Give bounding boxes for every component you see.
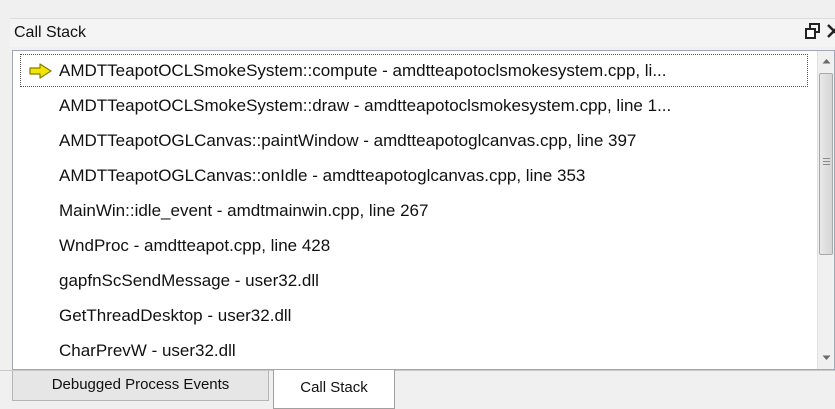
stack-frame-text: WndProc - amdtteapot.cpp, line 428 xyxy=(59,236,331,255)
stack-frame-row[interactable]: GetThreadDesktop - user32.dll xyxy=(13,298,813,333)
panel-title: Call Stack xyxy=(14,24,87,41)
stack-frame-row[interactable]: AMDTTeapotOCLSmokeSystem::compute - amdt… xyxy=(19,53,809,88)
stack-frame-row[interactable]: AMDTTeapotOGLCanvas::onIdle - amdtteapot… xyxy=(13,158,813,193)
scroll-down-icon[interactable] xyxy=(818,350,834,367)
stack-frame-row[interactable]: AMDTTeapotOCLSmokeSystem::draw - amdttea… xyxy=(13,88,813,123)
vertical-scrollbar[interactable] xyxy=(817,51,834,369)
stack-frame-text: AMDTTeapotOGLCanvas::paintWindow - amdtt… xyxy=(59,131,637,150)
stack-frames: AMDTTeapotOCLSmokeSystem::compute - amdt… xyxy=(13,53,813,368)
stack-frame-text: CharPrevW - user32.dll xyxy=(59,341,236,360)
close-icon[interactable] xyxy=(826,21,835,43)
stack-frame-text: AMDTTeapotOCLSmokeSystem::compute - amdt… xyxy=(59,61,667,80)
current-frame-arrow-icon xyxy=(29,63,52,79)
call-stack-list[interactable]: AMDTTeapotOCLSmokeSystem::compute - amdt… xyxy=(12,50,835,370)
stack-frame-row[interactable]: gapfnScSendMessage - user32.dll xyxy=(13,263,813,298)
stack-frame-text: GetThreadDesktop - user32.dll xyxy=(59,306,292,325)
grip-icon xyxy=(823,158,830,167)
call-stack-panel: Call Stack AMDTTeapotOCLSmokeSystem::com… xyxy=(0,0,835,409)
stack-frame-row[interactable]: AMDTTeapotOGLCanvas::paintWindow - amdtt… xyxy=(13,123,813,158)
panel-title-bar[interactable]: Call Stack xyxy=(10,18,835,47)
tab-debugged-process-events[interactable]: Debugged Process Events xyxy=(12,371,269,401)
tab-call-stack[interactable]: Call Stack xyxy=(273,370,395,409)
bottom-tab-strip: Debugged Process Events Call Stack xyxy=(0,370,835,409)
stack-frame-row[interactable]: WndProc - amdtteapot.cpp, line 428 xyxy=(13,228,813,263)
stack-frame-row[interactable]: CharPrevW - user32.dll xyxy=(13,333,813,368)
scrollbar-thumb[interactable] xyxy=(819,73,833,255)
float-window-icon[interactable] xyxy=(805,22,823,42)
stack-frame-text: MainWin::idle_event - amdtmainwin.cpp, l… xyxy=(59,201,429,220)
stack-frame-text: gapfnScSendMessage - user32.dll xyxy=(59,271,319,290)
scroll-up-icon[interactable] xyxy=(818,53,834,70)
stack-frame-text: AMDTTeapotOGLCanvas::onIdle - amdtteapot… xyxy=(59,166,586,185)
stack-frame-row[interactable]: MainWin::idle_event - amdtmainwin.cpp, l… xyxy=(13,193,813,228)
stack-frame-text: AMDTTeapotOCLSmokeSystem::draw - amdttea… xyxy=(59,96,672,115)
